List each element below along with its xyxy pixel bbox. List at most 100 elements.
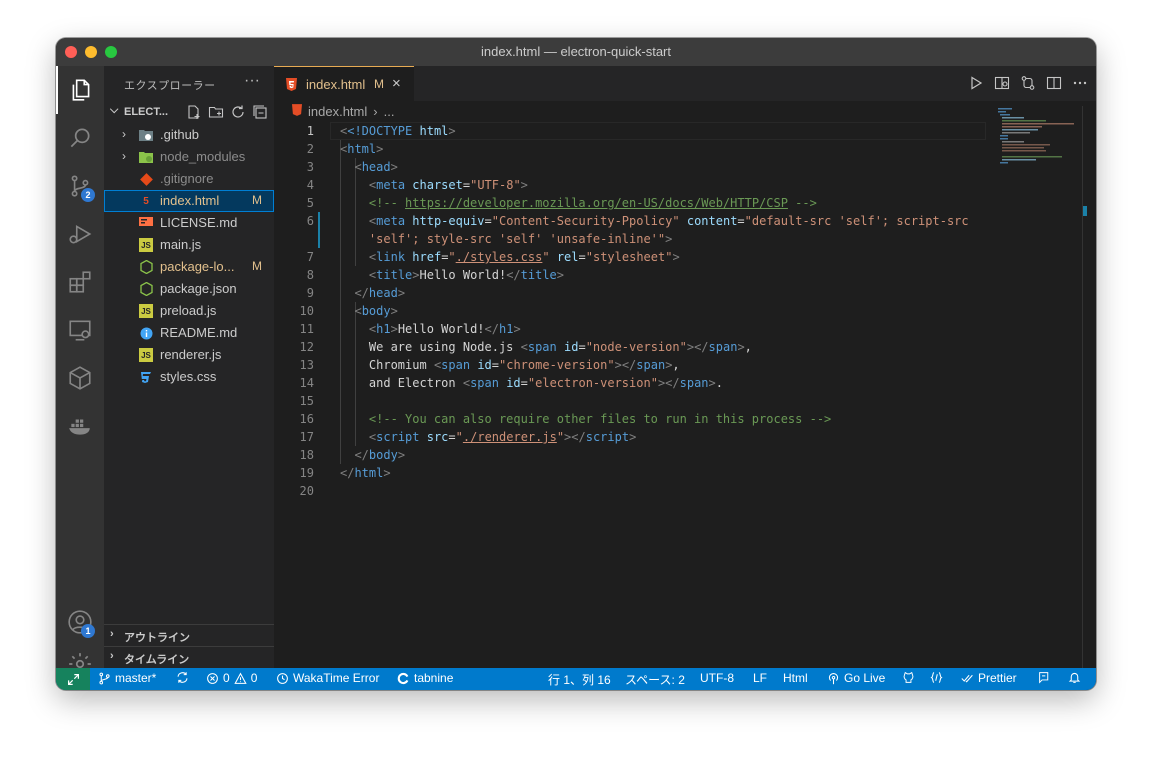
chevron-right-icon: ›: [122, 127, 126, 141]
collapse-all-icon[interactable]: [252, 104, 268, 120]
csp-doc-link[interactable]: https://developer.mozilla.org/en-US/docs…: [405, 196, 788, 210]
sync-icon: [177, 672, 188, 683]
docker-button[interactable]: [56, 402, 104, 450]
breadcrumb-file[interactable]: index.html: [308, 104, 367, 119]
chevron-right-icon: ›: [373, 104, 378, 119]
tabnine-status[interactable]: tabnine: [397, 671, 453, 685]
timeline-section[interactable]: › タイムライン: [104, 646, 274, 668]
tree-item-license[interactable]: LICENSE.md: [104, 212, 274, 234]
tree-item-readme[interactable]: README.md: [104, 322, 274, 344]
tree-item-index-html[interactable]: 5 index.html M: [104, 190, 274, 212]
go-live-button[interactable]: Go Live: [827, 671, 885, 685]
source-control-badge: 2: [81, 188, 95, 202]
search-button[interactable]: [56, 114, 104, 162]
accounts-button[interactable]: 1: [56, 598, 104, 646]
split-editor-icon[interactable]: [1046, 75, 1062, 91]
window-title: index.html — electron-quick-start: [480, 44, 671, 59]
html5-icon: 5: [143, 195, 149, 207]
breadcrumb: index.html › ...: [292, 104, 394, 119]
editor-scrollbar[interactable]: [1082, 106, 1096, 668]
run-debug-button[interactable]: [56, 210, 104, 258]
source-control-button[interactable]: 2: [56, 162, 104, 210]
docker-icon: [69, 419, 90, 435]
cursor-position[interactable]: 行 1、列 16: [548, 671, 611, 688]
info-icon: [139, 326, 153, 340]
warning-icon: [234, 672, 247, 684]
nodejs-icon: [139, 282, 153, 296]
new-file-icon[interactable]: [186, 104, 202, 120]
run-icon[interactable]: [968, 75, 984, 91]
license-icon: [139, 216, 153, 230]
broadcast-icon: [828, 672, 839, 684]
code-editor[interactable]: 1 <<!DOCTYPE html> 2 <html> 3 <head> 4 <me…: [274, 122, 1096, 500]
tab-index-html[interactable]: index.html M ×: [274, 66, 414, 101]
close-icon[interactable]: ×: [392, 75, 401, 92]
minimap[interactable]: [992, 106, 1082, 166]
search-icon: [70, 128, 90, 148]
extensions-button[interactable]: [56, 258, 104, 306]
tree-item-node-modules[interactable]: › node_modules: [104, 146, 274, 168]
refresh-icon[interactable]: [230, 104, 246, 120]
tree-item-main-js[interactable]: JS main.js: [104, 234, 274, 256]
tree-item-github[interactable]: › .github: [104, 124, 274, 146]
git-branch-icon: [99, 672, 110, 684]
workspace-folder-header[interactable]: ⌵ ELECT...: [104, 102, 274, 124]
problems-indicator[interactable]: 0 0: [206, 671, 257, 685]
more-actions-icon[interactable]: [1072, 75, 1088, 91]
more-actions-icon[interactable]: ···: [244, 72, 260, 90]
check-all-icon: [961, 674, 973, 683]
file-tree: › .github › node_modules .gitignore 5 in…: [104, 124, 274, 388]
outline-section[interactable]: › アウトライン: [104, 624, 274, 646]
javascript-icon: JS: [139, 304, 153, 318]
remote-explorer-button[interactable]: [56, 306, 104, 354]
tab-bar: index.html M ×: [274, 66, 1096, 101]
remote-indicator[interactable]: [56, 668, 90, 690]
files-icon: [72, 79, 90, 101]
language-mode[interactable]: Html: [783, 671, 808, 685]
notifications-button[interactable]: [1068, 671, 1081, 684]
braces-status[interactable]: [930, 671, 943, 684]
modified-badge: M: [252, 259, 262, 273]
chevron-right-icon: ›: [110, 628, 114, 640]
encoding-setting[interactable]: UTF-8: [700, 671, 734, 685]
javascript-icon: JS: [139, 348, 153, 362]
tree-item-gitignore[interactable]: .gitignore: [104, 168, 274, 190]
nodejs-icon: [139, 260, 153, 274]
compare-changes-icon[interactable]: [1020, 75, 1036, 91]
breadcrumb-symbol[interactable]: ...: [384, 104, 395, 119]
tab-modified-badge: M: [374, 77, 384, 91]
tree-item-styles-css[interactable]: styles.css: [104, 366, 274, 388]
chevron-down-icon: ⌵: [110, 104, 119, 116]
tree-item-renderer-js[interactable]: JS renderer.js: [104, 344, 274, 366]
branch-indicator[interactable]: master*: [98, 671, 156, 685]
status-bar: master* 0 0 WakaTime Error tabnine 行 1、列…: [56, 668, 1096, 690]
css-icon: [139, 370, 153, 384]
title-bar: index.html — electron-quick-start: [56, 38, 1096, 66]
editor-area: index.html M × index.html › ... 1 <<!DOC…: [274, 66, 1096, 668]
activity-bar: 2 1: [56, 66, 104, 675]
new-folder-icon[interactable]: [208, 104, 224, 120]
prettier-status[interactable]: Prettier: [961, 671, 1017, 685]
feedback-button[interactable]: [1038, 671, 1051, 684]
open-preview-icon[interactable]: [994, 75, 1010, 91]
explorer-button[interactable]: [56, 66, 104, 114]
braces-icon: [930, 672, 943, 683]
remote-icon: [67, 673, 79, 685]
feedback-icon: [1039, 672, 1049, 684]
cube-button[interactable]: [56, 354, 104, 402]
bell-icon: [1068, 672, 1081, 683]
wakatime-status[interactable]: WakaTime Error: [276, 671, 379, 685]
octocat-icon: [903, 671, 914, 683]
tree-item-package-lock[interactable]: package-lo... M: [104, 256, 274, 278]
error-icon: [207, 672, 218, 684]
eol-setting[interactable]: LF: [753, 671, 767, 685]
github-copilot-button[interactable]: [902, 671, 915, 684]
tree-item-preload-js[interactable]: JS preload.js: [104, 300, 274, 322]
tree-item-package-json[interactable]: package.json: [104, 278, 274, 300]
sync-button[interactable]: [176, 671, 189, 684]
history-icon: [277, 672, 288, 684]
node-folder-icon: [139, 150, 153, 164]
workspace-folder-name: ELECT...: [124, 106, 169, 118]
tabnine-icon: [397, 672, 409, 684]
indentation-setting[interactable]: スペース: 2: [625, 671, 685, 688]
